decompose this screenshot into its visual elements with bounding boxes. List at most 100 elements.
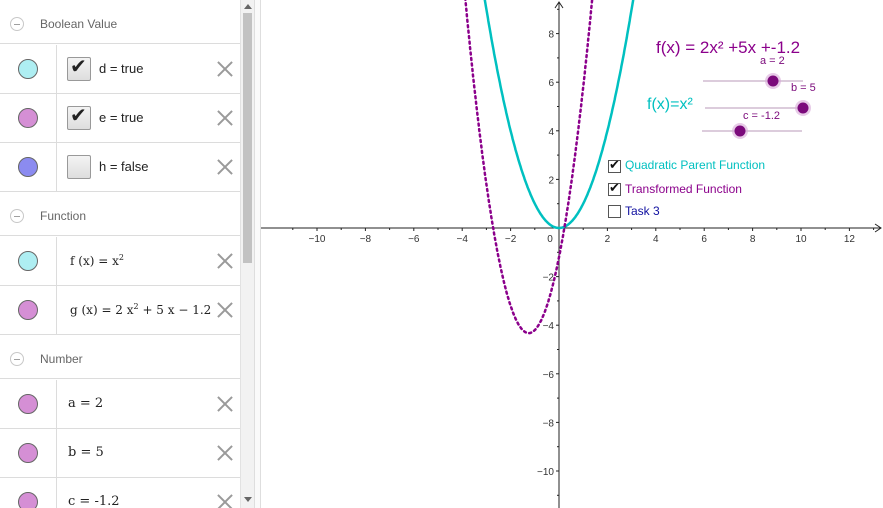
delete-icon[interactable]: [214, 491, 236, 508]
boolean-checkbox-d[interactable]: ✔: [67, 56, 91, 81]
y-tick-label: 8: [548, 30, 554, 41]
delete-icon[interactable]: [214, 442, 236, 464]
visibility-marble[interactable]: [18, 300, 38, 320]
x-tick-label: 6: [701, 234, 707, 245]
group-title: Number: [40, 352, 83, 366]
group-title: Boolean Value: [40, 17, 118, 31]
checkbox-task-3[interactable]: [608, 205, 621, 218]
x-tick-label: −8: [360, 234, 372, 245]
slider-c-label: c = -1.2: [743, 110, 780, 122]
algebra-row-text[interactable]: h = false: [99, 159, 149, 174]
x-tick-label: 10: [795, 234, 807, 245]
slider-a-label: a = 2: [760, 55, 785, 67]
check-icon: ✔: [609, 180, 620, 195]
visibility-marble[interactable]: [18, 59, 38, 79]
checkbox-transformed-function[interactable]: ✔: [608, 180, 621, 196]
checkbox-task-3-label[interactable]: Task 3: [625, 204, 660, 218]
check-icon: ✔: [70, 56, 87, 78]
visibility-marble[interactable]: [18, 394, 38, 414]
y-tick-label: −10: [537, 467, 554, 478]
algebra-row-g[interactable]: g (x) = 2 x2 + 5 x − 1.2: [0, 286, 240, 335]
function-f-text: f (x) = x: [70, 254, 119, 268]
slider-handle: [767, 75, 779, 87]
collapse-icon[interactable]: [10, 209, 24, 223]
algebra-row-b[interactable]: b = 5: [0, 429, 240, 478]
check-icon: ✔: [609, 157, 620, 172]
group-header-number[interactable]: Number: [0, 335, 240, 379]
visibility-marble[interactable]: [18, 251, 38, 271]
algebra-row-a[interactable]: a = 2: [0, 380, 240, 429]
x-tick-label: 0: [547, 234, 553, 245]
checkbox-transformed-function-label[interactable]: Transformed Function: [625, 182, 742, 196]
algebra-row-c[interactable]: c = -1.2: [0, 478, 240, 508]
delete-icon[interactable]: [214, 156, 236, 178]
visibility-marble[interactable]: [18, 157, 38, 177]
graphics-view[interactable]: −10 −8 −6 −4 −2 0 2 4 6 8 10 12 8 6 4 2 −2 −4 −6 −8 −10 f(x)…: [261, 0, 883, 508]
y-tick-label: −6: [543, 370, 555, 381]
y-tick-label: −2: [543, 273, 555, 284]
boolean-checkbox-e[interactable]: ✔: [67, 105, 91, 130]
boolean-checkbox-h[interactable]: [67, 155, 91, 179]
x-tick-label: −2: [505, 234, 517, 245]
visibility-marble[interactable]: [18, 108, 38, 128]
scroll-up-icon[interactable]: [244, 4, 252, 9]
number-c-text[interactable]: c = -1.2: [68, 494, 120, 508]
tick-labels: −10 −8 −6 −4 −2 0 2 4 6 8 10 12 8 6 4 2 −2 −4 −6 −8 −10: [309, 30, 856, 478]
parent-function-label: f(x)=x²: [647, 96, 693, 113]
slider-b-label: b = 5: [791, 82, 816, 94]
checkbox-parent-function-label[interactable]: Quadratic Parent Function: [625, 158, 765, 172]
function-g-text-b: + 5 x − 1.2: [138, 303, 212, 317]
collapse-icon[interactable]: [10, 17, 24, 31]
transformed-function-curve: [464, 0, 594, 335]
x-tick-label: −4: [456, 234, 468, 245]
exponent: 2: [118, 253, 124, 262]
y-tick-label: 4: [548, 127, 554, 138]
algebra-row-e[interactable]: ✔ e = true: [0, 94, 240, 143]
marble-cell: [0, 286, 57, 334]
slider-handle: [734, 125, 746, 137]
graphics-canvas[interactable]: −10 −8 −6 −4 −2 0 2 4 6 8 10 12 8 6 4 2 −2 −4 −6 −8 −10: [261, 0, 883, 508]
visibility-marble[interactable]: [18, 443, 38, 463]
collapse-icon[interactable]: [10, 352, 24, 366]
x-tick-label: 2: [605, 234, 611, 245]
group-header-function[interactable]: Function: [0, 192, 240, 236]
marble-cell: [0, 94, 57, 142]
delete-icon[interactable]: [214, 299, 236, 321]
algebra-row-text[interactable]: d = true: [99, 61, 143, 76]
y-tick-label: −8: [543, 418, 555, 429]
algebra-scrollbar[interactable]: [240, 0, 254, 508]
algebra-row-text[interactable]: e = true: [99, 110, 143, 125]
number-a-text[interactable]: a = 2: [68, 396, 103, 411]
marble-cell: [0, 478, 57, 508]
delete-icon[interactable]: [214, 393, 236, 415]
delete-icon[interactable]: [214, 107, 236, 129]
function-f-definition[interactable]: f (x) = x2: [70, 253, 124, 268]
algebra-row-h[interactable]: h = false: [0, 143, 240, 192]
function-g-definition[interactable]: g (x) = 2 x2 + 5 x − 1.2: [70, 302, 211, 317]
algebra-row-f[interactable]: f (x) = x2: [0, 237, 240, 286]
marble-cell: [0, 45, 57, 93]
scroll-down-icon[interactable]: [244, 497, 252, 502]
algebra-row-d[interactable]: ✔ d = true: [0, 45, 240, 94]
x-tick-label: 8: [750, 234, 756, 245]
scroll-thumb[interactable]: [243, 13, 252, 263]
visibility-marble[interactable]: [18, 492, 38, 508]
group-title: Function: [40, 209, 87, 223]
marble-cell: [0, 237, 57, 285]
x-tick-label: 4: [653, 234, 659, 245]
view-divider[interactable]: [254, 0, 261, 508]
marble-cell: [0, 143, 57, 191]
y-tick-label: 6: [548, 78, 554, 89]
y-tick-label: 2: [548, 175, 554, 186]
marble-cell: [0, 380, 57, 428]
x-tick-label: 12: [844, 234, 856, 245]
number-b-text[interactable]: b = 5: [68, 445, 104, 460]
group-header-boolean[interactable]: Boolean Value: [0, 0, 240, 44]
delete-icon[interactable]: [214, 250, 236, 272]
marble-cell: [0, 429, 57, 477]
y-tick-label: −4: [543, 321, 555, 332]
axes: [261, 1, 882, 508]
delete-icon[interactable]: [214, 58, 236, 80]
function-g-text-a: g (x) = 2 x: [70, 303, 134, 317]
checkbox-parent-function[interactable]: ✔: [608, 157, 621, 173]
